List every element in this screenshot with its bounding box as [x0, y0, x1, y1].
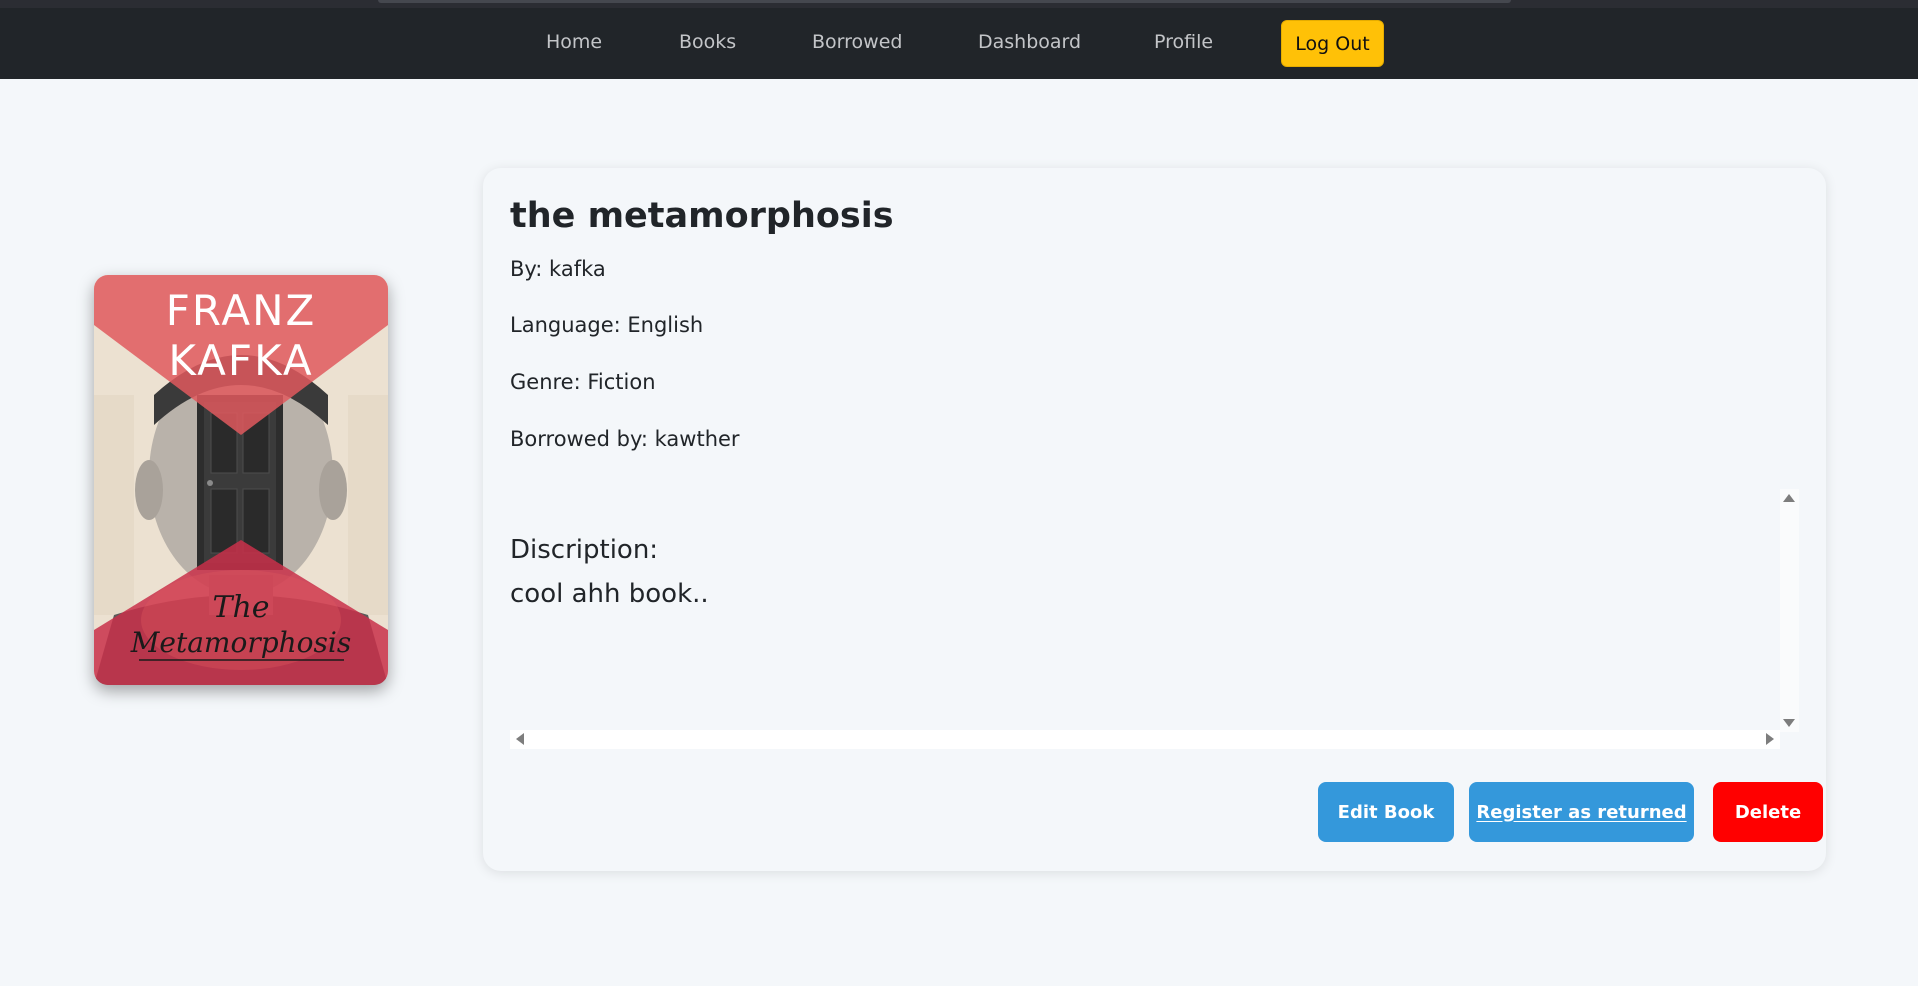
nav-link-home[interactable]: Home	[546, 31, 602, 53]
cover-title-line1: The	[212, 590, 269, 625]
book-author: By: kafka	[510, 257, 606, 281]
description-text: cool ahh book..	[510, 579, 709, 609]
cover-author-line2: KAFKA	[168, 336, 313, 385]
nav-link-dashboard[interactable]: Dashboard	[978, 31, 1081, 53]
scroll-right-icon[interactable]	[1766, 733, 1774, 745]
book-genre: Genre: Fiction	[510, 370, 656, 394]
delete-button[interactable]: Delete	[1713, 782, 1823, 842]
book-cover: FRANZ KAFKA The Metamorphosis	[94, 275, 388, 685]
vertical-scrollbar[interactable]	[1780, 489, 1799, 732]
scroll-down-icon[interactable]	[1783, 719, 1795, 727]
edit-book-button[interactable]: Edit Book	[1318, 782, 1454, 842]
horizontal-scrollbar[interactable]	[510, 730, 1780, 749]
book-cover-illustration: FRANZ KAFKA The Metamorphosis	[94, 275, 388, 685]
navbar: Home Books Borrowed Dashboard Profile Lo…	[0, 8, 1918, 79]
nav-link-borrowed[interactable]: Borrowed	[812, 31, 902, 53]
register-returned-button[interactable]: Register as returned	[1469, 782, 1694, 842]
logout-button[interactable]: Log Out	[1281, 20, 1384, 67]
book-borrowed-by: Borrowed by: kawther	[510, 427, 740, 451]
browser-address-sliver	[378, 0, 1511, 3]
cover-author-line1: FRANZ	[166, 286, 317, 335]
description-heading: Discription:	[510, 535, 659, 565]
cover-title-line2: Metamorphosis	[130, 626, 352, 659]
nav-link-profile[interactable]: Profile	[1154, 31, 1213, 53]
book-title: the metamorphosis	[510, 196, 894, 236]
description-scroll-area[interactable]: Discription: cool ahh book..	[510, 479, 1799, 749]
scroll-left-icon[interactable]	[516, 733, 524, 745]
scroll-up-icon[interactable]	[1783, 494, 1795, 502]
browser-top-strip	[0, 0, 1918, 8]
book-language: Language: English	[510, 313, 704, 337]
register-returned-label: Register as returned	[1476, 801, 1687, 823]
book-details-card: the metamorphosis By: kafka Language: En…	[483, 168, 1826, 871]
nav-link-books[interactable]: Books	[679, 31, 736, 53]
